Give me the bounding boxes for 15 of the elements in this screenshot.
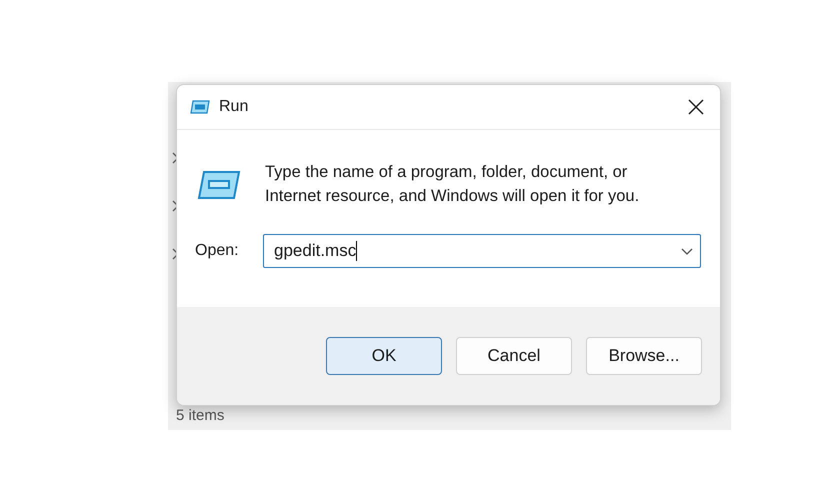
dialog-button[interactable]: OK [326,337,442,375]
dialog-button[interactable]: Browse... [586,337,702,375]
status-text: 5 items [176,407,224,424]
dialog-button[interactable]: Cancel [456,337,572,375]
chevron-icon [172,152,179,164]
dropdown-icon[interactable] [681,248,693,254]
open-label: Open: [195,242,240,260]
open-input-field[interactable]: gpedit.msc [263,234,701,268]
chevron-icon [172,200,179,212]
window-title: Run [219,98,250,116]
run-icon [190,100,210,114]
close-icon[interactable] [688,99,704,115]
run-icon [197,170,241,200]
dialog-message: Type the name of a program, folder, document, or Internet resource, and Windows will open it for you. [265,162,640,207]
chevron-icon [172,248,179,260]
